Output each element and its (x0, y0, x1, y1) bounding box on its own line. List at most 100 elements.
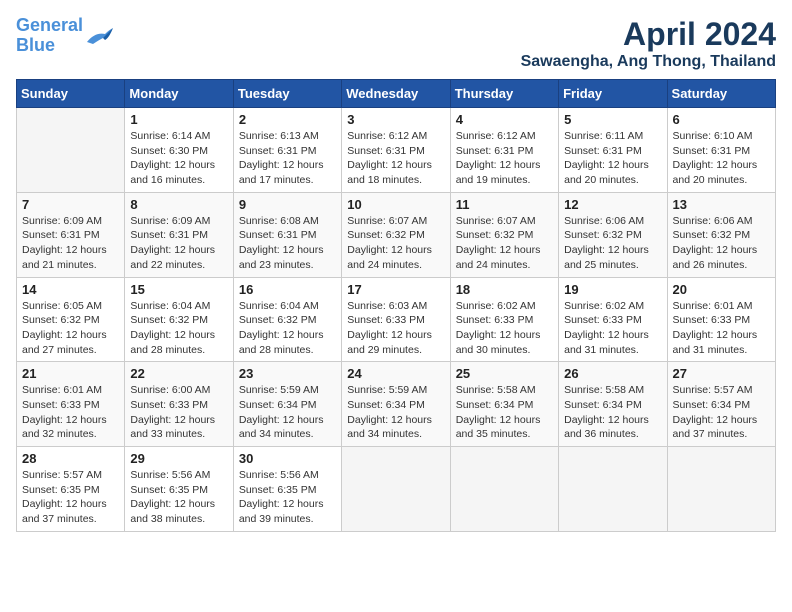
calendar-header: SundayMondayTuesdayWednesdayThursdayFrid… (17, 80, 776, 108)
logo-line2: Blue (16, 35, 55, 55)
calendar-cell: 11 Sunrise: 6:07 AMSunset: 6:32 PMDayligh… (450, 192, 558, 277)
day-number: 14 (22, 282, 119, 297)
day-number: 16 (239, 282, 336, 297)
calendar-body: 1 Sunrise: 6:14 AMSunset: 6:30 PMDaylight… (17, 108, 776, 532)
day-info: Sunrise: 6:13 AMSunset: 6:31 PMDaylight:… (239, 129, 336, 188)
day-info: Sunrise: 6:09 AMSunset: 6:31 PMDaylight:… (130, 214, 227, 273)
calendar-cell: 1 Sunrise: 6:14 AMSunset: 6:30 PMDaylight… (125, 108, 233, 193)
calendar-cell: 13 Sunrise: 6:06 AMSunset: 6:32 PMDayligh… (667, 192, 775, 277)
header-day-saturday: Saturday (667, 80, 775, 108)
day-info: Sunrise: 6:03 AMSunset: 6:33 PMDaylight:… (347, 299, 444, 358)
calendar-subtitle: Sawaengha, Ang Thong, Thailand (521, 53, 776, 71)
day-info: Sunrise: 5:57 AMSunset: 6:35 PMDaylight:… (22, 468, 119, 527)
day-info: Sunrise: 6:04 AMSunset: 6:32 PMDaylight:… (130, 299, 227, 358)
calendar-cell: 8 Sunrise: 6:09 AMSunset: 6:31 PMDaylight… (125, 192, 233, 277)
day-number: 3 (347, 112, 444, 127)
day-number: 23 (239, 366, 336, 381)
day-info: Sunrise: 5:59 AMSunset: 6:34 PMDaylight:… (239, 383, 336, 442)
calendar-cell: 17Sunrise: 6:03 AMSunset: 6:33 PMDayligh… (342, 277, 450, 362)
calendar-cell: 16 Sunrise: 6:04 AMSunset: 6:32 PMDayligh… (233, 277, 341, 362)
day-number: 13 (673, 197, 770, 212)
day-info: Sunrise: 6:06 AMSunset: 6:32 PMDaylight:… (673, 214, 770, 273)
day-info: Sunrise: 6:07 AMSunset: 6:32 PMDaylight:… (456, 214, 553, 273)
day-info: Sunrise: 6:02 AMSunset: 6:33 PMDaylight:… (456, 299, 553, 358)
calendar-cell: 10 Sunrise: 6:07 AMSunset: 6:32 PMDayligh… (342, 192, 450, 277)
logo-line1: General (16, 15, 83, 35)
header-day-monday: Monday (125, 80, 233, 108)
day-number: 18 (456, 282, 553, 297)
day-info: Sunrise: 6:14 AMSunset: 6:30 PMDaylight:… (130, 129, 227, 188)
calendar-cell (17, 108, 125, 193)
day-info: Sunrise: 6:07 AMSunset: 6:32 PMDaylight:… (347, 214, 444, 273)
week-row-3: 21 Sunrise: 6:01 AMSunset: 6:33 PMDayligh… (17, 362, 776, 447)
calendar-cell: 15Sunrise: 6:04 AMSunset: 6:32 PMDayligh… (125, 277, 233, 362)
header-row: SundayMondayTuesdayWednesdayThursdayFrid… (17, 80, 776, 108)
day-number: 1 (130, 112, 227, 127)
day-info: Sunrise: 5:58 AMSunset: 6:34 PMDaylight:… (564, 383, 661, 442)
calendar-cell: 3 Sunrise: 6:12 AMSunset: 6:31 PMDaylight… (342, 108, 450, 193)
week-row-1: 7 Sunrise: 6:09 AMSunset: 6:31 PMDaylight… (17, 192, 776, 277)
calendar-cell: 19 Sunrise: 6:02 AMSunset: 6:33 PMDayligh… (559, 277, 667, 362)
day-info: Sunrise: 6:02 AMSunset: 6:33 PMDaylight:… (564, 299, 661, 358)
day-info: Sunrise: 6:12 AMSunset: 6:31 PMDaylight:… (347, 129, 444, 188)
calendar-cell (559, 447, 667, 532)
calendar-cell: 26 Sunrise: 5:58 AMSunset: 6:34 PMDayligh… (559, 362, 667, 447)
title-area: April 2024 Sawaengha, Ang Thong, Thailan… (521, 16, 776, 71)
day-info: Sunrise: 5:57 AMSunset: 6:34 PMDaylight:… (673, 383, 770, 442)
calendar-cell: 2Sunrise: 6:13 AMSunset: 6:31 PMDaylight… (233, 108, 341, 193)
day-info: Sunrise: 5:56 AMSunset: 6:35 PMDaylight:… (239, 468, 336, 527)
header-day-wednesday: Wednesday (342, 80, 450, 108)
calendar-cell: 18 Sunrise: 6:02 AMSunset: 6:33 PMDayligh… (450, 277, 558, 362)
day-number: 30 (239, 451, 336, 466)
week-row-4: 28Sunrise: 5:57 AMSunset: 6:35 PMDayligh… (17, 447, 776, 532)
day-number: 29 (130, 451, 227, 466)
week-row-0: 1 Sunrise: 6:14 AMSunset: 6:30 PMDaylight… (17, 108, 776, 193)
calendar-cell: 25 Sunrise: 5:58 AMSunset: 6:34 PMDayligh… (450, 362, 558, 447)
day-number: 10 (347, 197, 444, 212)
day-info: Sunrise: 6:01 AMSunset: 6:33 PMDaylight:… (673, 299, 770, 358)
day-info: Sunrise: 6:01 AMSunset: 6:33 PMDaylight:… (22, 383, 119, 442)
header-day-sunday: Sunday (17, 80, 125, 108)
day-number: 9 (239, 197, 336, 212)
day-number: 7 (22, 197, 119, 212)
day-info: Sunrise: 6:09 AMSunset: 6:31 PMDaylight:… (22, 214, 119, 273)
calendar-cell: 23 Sunrise: 5:59 AMSunset: 6:34 PMDayligh… (233, 362, 341, 447)
day-number: 11 (456, 197, 553, 212)
day-info: Sunrise: 6:11 AMSunset: 6:31 PMDaylight:… (564, 129, 661, 188)
day-info: Sunrise: 5:56 AMSunset: 6:35 PMDaylight:… (130, 468, 227, 527)
logo-text: General Blue (16, 16, 83, 56)
calendar-cell: 29 Sunrise: 5:56 AMSunset: 6:35 PMDayligh… (125, 447, 233, 532)
day-info: Sunrise: 5:58 AMSunset: 6:34 PMDaylight:… (456, 383, 553, 442)
week-row-2: 14Sunrise: 6:05 AMSunset: 6:32 PMDayligh… (17, 277, 776, 362)
day-info: Sunrise: 6:04 AMSunset: 6:32 PMDaylight:… (239, 299, 336, 358)
calendar-title: April 2024 (521, 16, 776, 53)
day-number: 12 (564, 197, 661, 212)
day-number: 19 (564, 282, 661, 297)
day-number: 22 (130, 366, 227, 381)
day-info: Sunrise: 5:59 AMSunset: 6:34 PMDaylight:… (347, 383, 444, 442)
calendar-cell: 7 Sunrise: 6:09 AMSunset: 6:31 PMDaylight… (17, 192, 125, 277)
day-number: 25 (456, 366, 553, 381)
calendar-cell: 27 Sunrise: 5:57 AMSunset: 6:34 PMDayligh… (667, 362, 775, 447)
calendar-cell: 24 Sunrise: 5:59 AMSunset: 6:34 PMDayligh… (342, 362, 450, 447)
day-number: 21 (22, 366, 119, 381)
day-info: Sunrise: 6:06 AMSunset: 6:32 PMDaylight:… (564, 214, 661, 273)
calendar-cell: 5 Sunrise: 6:11 AMSunset: 6:31 PMDaylight… (559, 108, 667, 193)
calendar-cell: 12 Sunrise: 6:06 AMSunset: 6:32 PMDayligh… (559, 192, 667, 277)
day-info: Sunrise: 6:00 AMSunset: 6:33 PMDaylight:… (130, 383, 227, 442)
calendar-cell: 30 Sunrise: 5:56 AMSunset: 6:35 PMDayligh… (233, 447, 341, 532)
calendar-cell: 22 Sunrise: 6:00 AMSunset: 6:33 PMDayligh… (125, 362, 233, 447)
day-info: Sunrise: 6:12 AMSunset: 6:31 PMDaylight:… (456, 129, 553, 188)
calendar-cell: 21 Sunrise: 6:01 AMSunset: 6:33 PMDayligh… (17, 362, 125, 447)
logo-bird-icon (85, 24, 115, 48)
day-number: 8 (130, 197, 227, 212)
calendar-table: SundayMondayTuesdayWednesdayThursdayFrid… (16, 79, 776, 532)
header-day-friday: Friday (559, 80, 667, 108)
day-number: 27 (673, 366, 770, 381)
header-day-thursday: Thursday (450, 80, 558, 108)
day-number: 26 (564, 366, 661, 381)
day-number: 24 (347, 366, 444, 381)
logo: General Blue (16, 16, 115, 56)
day-number: 5 (564, 112, 661, 127)
day-info: Sunrise: 6:10 AMSunset: 6:31 PMDaylight:… (673, 129, 770, 188)
